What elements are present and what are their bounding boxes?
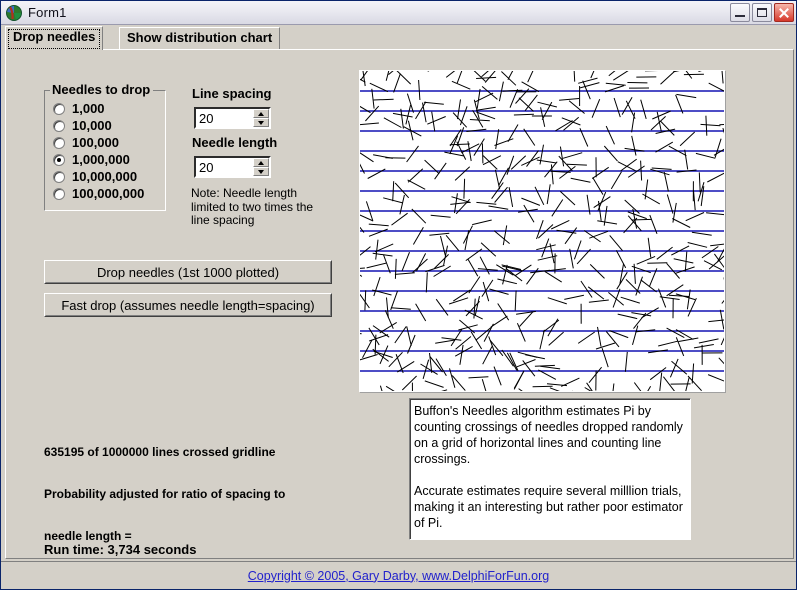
radio-label: 10,000,000 xyxy=(72,169,138,184)
status-bar: Copyright © 2005, Gary Darby, www.Delphi… xyxy=(1,561,796,589)
needles-to-drop-group: Needles to drop 1,000 10,000 100,000 1,0… xyxy=(44,82,166,211)
window-controls xyxy=(730,3,794,22)
radio-mark xyxy=(53,170,65,183)
copyright-link[interactable]: Copyright © 2005, Gary Darby, www.Delphi… xyxy=(248,569,549,583)
line-spacing-increment-button[interactable] xyxy=(253,109,269,118)
tab-strip: Drop needles Show distribution chart xyxy=(5,26,794,50)
radio-mark-selected xyxy=(53,153,65,166)
tab-drop-needles-label: Drop needles xyxy=(13,29,96,44)
radio-label: 100,000,000 xyxy=(72,186,145,201)
line-spacing-spinner[interactable]: 20 xyxy=(194,107,271,129)
radio-mark xyxy=(53,102,65,115)
radio-mark xyxy=(53,119,65,132)
line-spacing-input[interactable]: 20 xyxy=(196,109,253,127)
description-paragraph-2: Accurate estimates require several milll… xyxy=(414,484,683,530)
radio-needles-100000000[interactable]: 100,000,000 xyxy=(53,185,144,202)
line-spacing-label: Line spacing xyxy=(192,86,272,101)
radio-label: 100,000 xyxy=(72,135,119,150)
needle-length-increment-button[interactable] xyxy=(253,158,269,167)
radio-needles-1000000[interactable]: 1,000,000 xyxy=(53,151,130,168)
close-button[interactable] xyxy=(774,3,794,22)
radio-label: 1,000,000 xyxy=(72,152,130,167)
results-line-3: needle length = xyxy=(44,529,132,543)
radio-needles-1000[interactable]: 1,000 xyxy=(53,100,105,117)
radio-mark xyxy=(53,187,65,200)
tab-show-distribution-chart[interactable]: Show distribution chart xyxy=(119,27,281,49)
needle-length-input[interactable]: 20 xyxy=(196,158,253,176)
needle-length-label: Needle length xyxy=(192,135,278,150)
fast-drop-button-label: Fast drop (assumes needle length=spacing… xyxy=(61,297,315,313)
window-title: Form1 xyxy=(28,5,67,20)
radio-label: 10,000 xyxy=(72,118,112,133)
description-memo[interactable]: Buffon's Needles algorithm estimates Pi … xyxy=(409,398,691,540)
needle-plot-canvas xyxy=(359,70,725,392)
tab-drop-needles[interactable]: Drop needles xyxy=(5,26,104,50)
needle-length-note: Note: Needle length limited to two times… xyxy=(191,186,314,227)
radio-mark xyxy=(53,136,65,149)
radio-needles-10000000[interactable]: 10,000,000 xyxy=(53,168,137,185)
needles-to-drop-title: Needles to drop xyxy=(50,82,154,97)
needle-length-decrement-button[interactable] xyxy=(253,167,269,176)
needle-length-spin-buttons xyxy=(253,158,269,176)
needle-plot-svg xyxy=(360,71,724,391)
radio-label: 1,000 xyxy=(72,101,105,116)
radio-needles-100000[interactable]: 100,000 xyxy=(53,134,119,151)
line-spacing-spin-buttons xyxy=(253,109,269,127)
line-spacing-decrement-button[interactable] xyxy=(253,118,269,127)
minimize-button[interactable] xyxy=(730,3,750,22)
application-window: Form1 Drop needles Show distribution cha… xyxy=(0,0,797,590)
drop-needles-button-label: Drop needles (1st 1000 plotted) xyxy=(96,264,280,280)
description-paragraph-1: Buffon's Needles algorithm estimates Pi … xyxy=(414,404,683,466)
results-line-1: 635195 of 1000000 lines crossed gridline xyxy=(44,445,276,459)
run-time-label: Run time: 3,734 seconds xyxy=(44,542,197,557)
title-bar: Form1 xyxy=(1,1,796,25)
tab-page-drop-needles: Needles to drop 1,000 10,000 100,000 1,0… xyxy=(5,49,794,585)
delphi-globe-icon xyxy=(5,4,23,22)
maximize-button[interactable] xyxy=(752,3,772,22)
needle-length-spinner[interactable]: 20 xyxy=(194,156,271,178)
radio-needles-10000[interactable]: 10,000 xyxy=(53,117,112,134)
fast-drop-button[interactable]: Fast drop (assumes needle length=spacing… xyxy=(44,293,332,317)
drop-needles-button[interactable]: Drop needles (1st 1000 plotted) xyxy=(44,260,332,284)
tab-show-distribution-chart-label: Show distribution chart xyxy=(127,30,273,45)
results-line-2: Probability adjusted for ratio of spacin… xyxy=(44,487,286,501)
